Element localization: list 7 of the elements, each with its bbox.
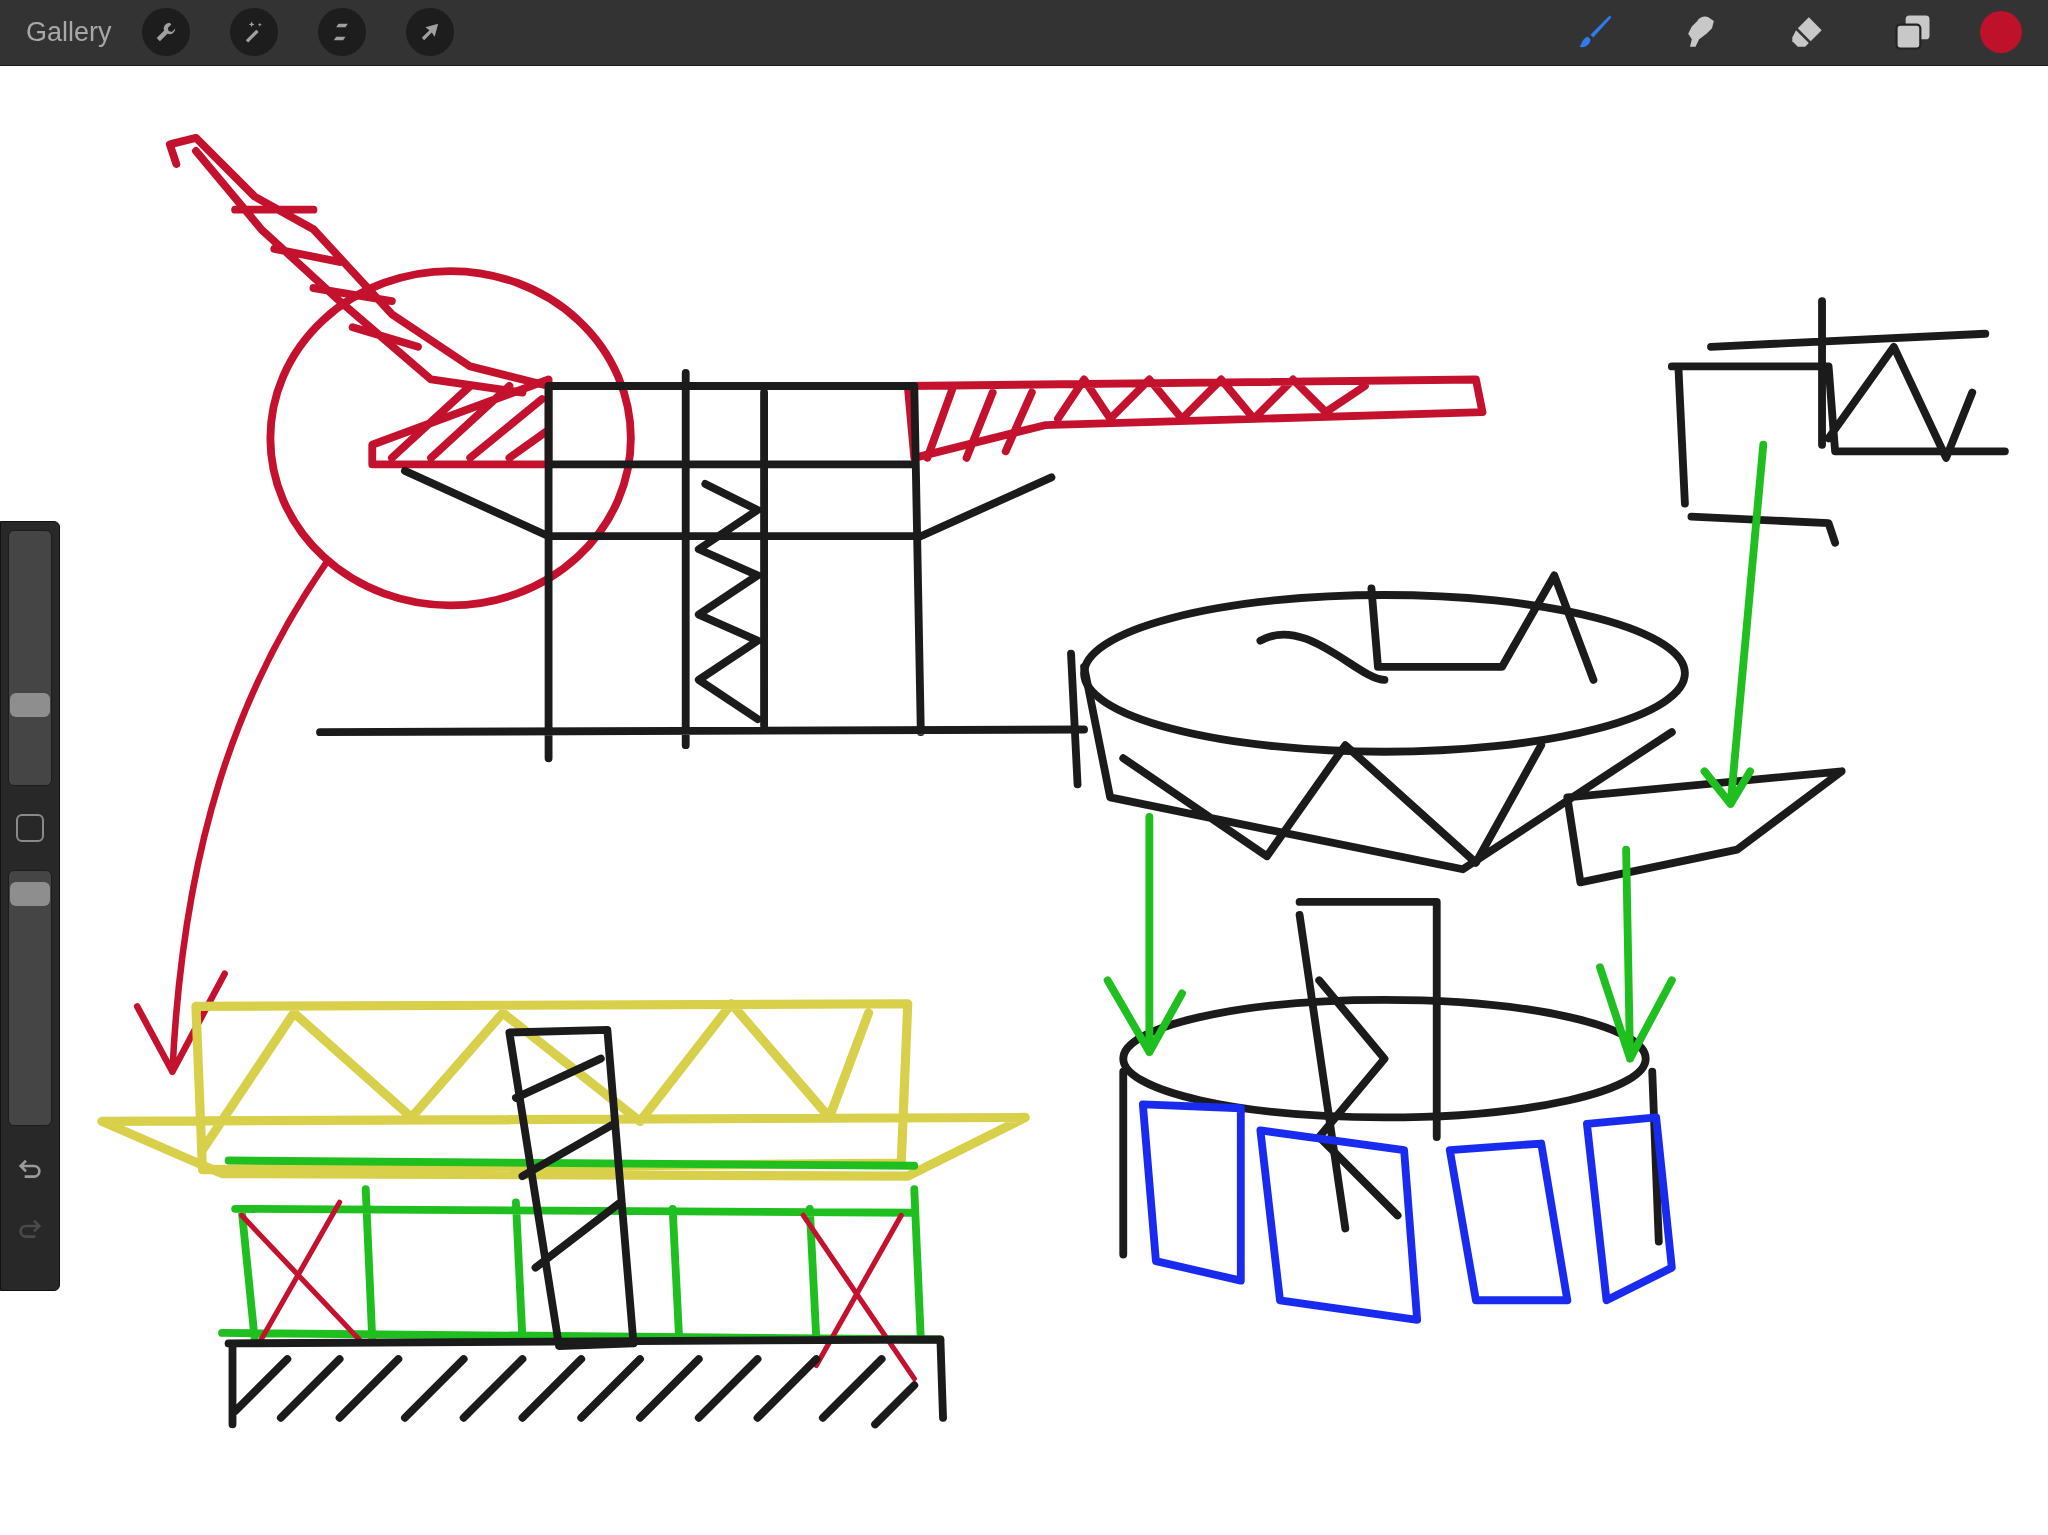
brush-size-slider[interactable] <box>8 529 52 786</box>
slider-thumb[interactable] <box>10 693 50 717</box>
slider-thumb[interactable] <box>10 882 50 907</box>
opacity-slider[interactable] <box>8 869 52 1126</box>
color-swatch[interactable] <box>1980 11 2022 54</box>
gallery-button[interactable]: Gallery <box>26 12 112 53</box>
modify-button[interactable] <box>16 813 44 842</box>
